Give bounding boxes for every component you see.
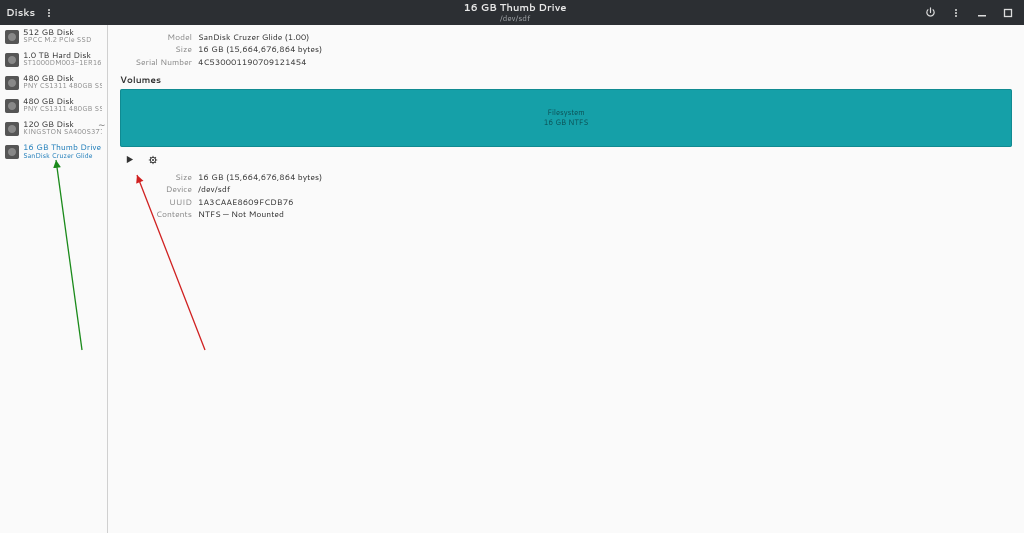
sidebar-disk-2[interactable]: 480 GB Disk PNY CS1311 480GB SSD [0, 71, 107, 94]
maximize-icon[interactable] [1000, 5, 1016, 21]
vol-size-label: Size [120, 171, 192, 183]
vol-device-row: Device /dev/sdf [120, 183, 1012, 195]
mount-button[interactable] [122, 153, 136, 167]
vol-contents-label: Contents [120, 208, 192, 220]
header-right [922, 5, 1024, 21]
volume-partition[interactable]: Filesystem 16 GB NTFS [120, 89, 1012, 147]
vol-contents-row: Contents NTFS — Not Mounted [120, 208, 1012, 220]
sidebar-disk-0[interactable]: 512 GB Disk SPCC M.2 PCIe SSD [0, 25, 107, 48]
disk-model: KINGSTON SA400S37120G [23, 129, 102, 137]
disk-model: PNY CS1311 480GB SSD [23, 83, 102, 91]
serial-value: 4C530001190709121454 [198, 56, 307, 68]
serial-row: Serial Number 4C530001190709121454 [120, 56, 1012, 68]
vol-size-row: Size 16 GB (15,664,676,864 bytes) [120, 171, 1012, 183]
disk-sidebar: 512 GB Disk SPCC M.2 PCIe SSD 1.0 TB Har… [0, 25, 108, 533]
model-row: Model SanDisk Cruzer Glide (1.00) [120, 31, 1012, 43]
sidebar-disk-3[interactable]: 480 GB Disk PNY CS1311 480GB SSD [0, 94, 107, 117]
power-icon[interactable] [922, 5, 938, 21]
vol-size-value: 16 GB (15,664,676,864 bytes) [198, 171, 322, 183]
size-value: 16 GB (15,664,676,864 bytes) [198, 43, 322, 55]
disk-model: ST1000DM003-1ER162 [23, 60, 102, 68]
vol-uuid-value: 1A3CAAE8609FCDB76 [198, 196, 294, 208]
model-label: Model [120, 31, 192, 43]
size-row: Size 16 GB (15,664,676,864 bytes) [120, 43, 1012, 55]
partition-name: Filesystem [547, 108, 584, 118]
main-panel: Model SanDisk Cruzer Glide (1.00) Size 1… [108, 25, 1024, 533]
volume-actions [120, 147, 1012, 171]
model-value: SanDisk Cruzer Glide (1.00) [198, 31, 309, 43]
header-left: Disks [0, 5, 108, 21]
hdd-icon [5, 122, 19, 136]
disk-model: PNY CS1311 480GB SSD [23, 106, 102, 114]
serial-label: Serial Number [120, 56, 192, 68]
app-title: Disks [6, 6, 35, 20]
vol-uuid-label: UUID [120, 196, 192, 208]
minimize-icon[interactable] [974, 5, 990, 21]
volume-settings-button[interactable] [146, 153, 160, 167]
disk-model: SanDisk Cruzer Glide [23, 153, 101, 161]
hdd-icon [5, 99, 19, 113]
hdd-icon [5, 76, 19, 90]
hdd-icon [5, 145, 19, 159]
app-menu-button[interactable] [41, 5, 57, 21]
disk-model: SPCC M.2 PCIe SSD [23, 37, 91, 45]
vol-device-label: Device [120, 183, 192, 195]
header-subtitle: /dev/sdf [108, 14, 922, 23]
header-bar: Disks 16 GB Thumb Drive /dev/sdf [0, 0, 1024, 25]
sidebar-disk-1[interactable]: 1.0 TB Hard Disk ST1000DM003-1ER162 [0, 48, 107, 71]
activity-indicator-icon: ∼ [98, 118, 106, 131]
hdd-icon [5, 53, 19, 67]
header-center: 16 GB Thumb Drive /dev/sdf [108, 3, 922, 23]
size-label: Size [120, 43, 192, 55]
sidebar-disk-4[interactable]: 120 GB Disk KINGSTON SA400S37120G [0, 117, 107, 140]
partition-size: 16 GB NTFS [544, 118, 589, 128]
vol-device-value: /dev/sdf [198, 183, 230, 195]
drive-menu-icon[interactable] [948, 5, 964, 21]
hdd-icon [5, 30, 19, 44]
vol-uuid-row: UUID 1A3CAAE8609FCDB76 [120, 196, 1012, 208]
volumes-heading: Volumes [120, 73, 1012, 86]
vol-contents-value: NTFS — Not Mounted [198, 208, 284, 220]
sidebar-disk-5[interactable]: 16 GB Thumb Drive SanDisk Cruzer Glide [0, 140, 107, 163]
